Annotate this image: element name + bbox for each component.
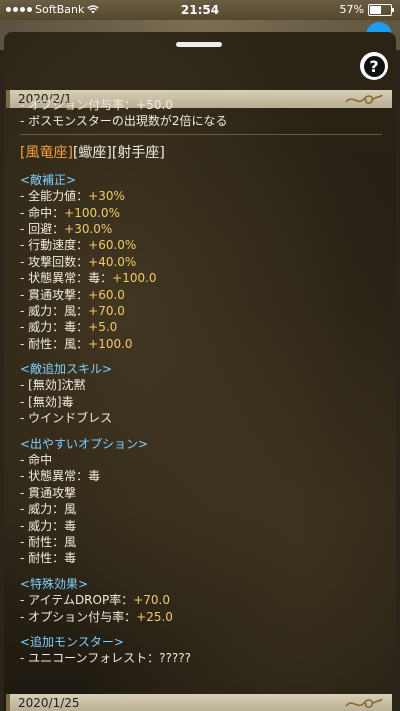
help-button[interactable]: ?	[360, 52, 388, 80]
item-label: - 貫通攻撃：	[20, 287, 89, 302]
list-item: - [無効]毒	[20, 394, 74, 409]
item-label: - 状態異常：毒：	[20, 271, 113, 286]
list-item: - 威力：風	[20, 502, 77, 517]
special-list: - アイテムDROP率：+70.0- オプション付与率：+25.0	[20, 592, 390, 625]
zodiac-line: [風竜座][蠍座][射手座]	[20, 143, 390, 163]
special-heading: <特殊効果>	[20, 576, 89, 591]
list-item: - 耐性：毒	[20, 551, 77, 566]
zodiac-others: [蠍座][射手座]	[72, 144, 165, 161]
divider	[20, 133, 382, 135]
list-item: - 命中：+100.0%	[20, 205, 390, 221]
easy-options-list: - 命中 - 状態異常：毒 - 貫通攻撃 - 威力：風 - 威力：毒 - 耐性：風 - 耐性…	[20, 452, 390, 567]
question-icon: ?	[363, 55, 385, 77]
sheet-grabber[interactable]	[176, 42, 222, 47]
item-value: +60.0	[88, 287, 125, 302]
item-value: +30.0%	[64, 221, 113, 236]
item-label: - オプション付与率：	[20, 609, 137, 624]
status-right: 57%	[339, 3, 394, 16]
item-label: - 回避：	[20, 221, 65, 236]
zodiac-current: [風竜座]	[20, 144, 73, 161]
list-item: - アイテムDROP率：+70.0	[20, 592, 390, 608]
add-monster-list: - ユニコーンフォレスト：?????	[20, 650, 390, 666]
item-value: +60.0%	[88, 238, 137, 253]
item-label: - 攻撃回数：	[20, 254, 89, 269]
enemy-skill-list: - [無効]沈黙 - [無効]毒 - ウインドブレス	[20, 377, 390, 426]
list-item: - 回避：+30.0%	[20, 221, 390, 237]
list-item: - 状態異常：毒	[20, 469, 101, 484]
list-item: - 貫通攻撃：+60.0	[20, 287, 390, 303]
item-label: - 命中：	[20, 205, 65, 220]
list-item: - [無効]沈黙	[20, 378, 86, 393]
battery-fill	[370, 5, 381, 14]
list-item: - 命中	[20, 453, 53, 468]
list-item: - 攻撃回数：+40.0%	[20, 254, 390, 270]
item-value: +70.0	[133, 593, 170, 608]
list-item: - 威力：風：+70.0	[20, 303, 390, 319]
item-value: +100.0	[112, 271, 157, 286]
list-item: - 耐性：風：+100.0	[20, 336, 390, 352]
boss-line: - ボスモンスターの出現数が2倍になる	[20, 114, 228, 129]
list-item: - 全能力値：+30%	[20, 188, 390, 204]
item-label: - 行動速度：	[20, 238, 89, 253]
item-value: +30%	[88, 189, 125, 204]
ornament-icon	[345, 698, 383, 708]
cut-line: - オプション付与率：+50.0	[20, 98, 173, 112]
battery-icon	[368, 3, 394, 16]
item-label: - 耐性：風：	[20, 336, 89, 351]
list-item: - 状態異常：毒：+100.0	[20, 270, 390, 286]
item-value: +100.0%	[64, 205, 120, 220]
date-header-bottom: 2020/1/25	[6, 694, 392, 711]
item-label: - 威力：風：	[20, 303, 89, 318]
item-label: - アイテムDROP率：	[20, 593, 134, 608]
list-item: - 威力：毒：+5.0	[20, 319, 390, 335]
item-label: - 威力：毒：	[20, 320, 89, 335]
item-value: +5.0	[88, 320, 118, 335]
enemy-skill-heading: <敵追加スキル>	[20, 362, 113, 377]
date-label: 2020/1/25	[18, 696, 80, 710]
item-value: +100.0	[88, 336, 133, 351]
item-value: +40.0%	[88, 254, 137, 269]
list-item: - オプション付与率：+25.0	[20, 609, 390, 625]
list-item: - 威力：毒	[20, 518, 77, 533]
item-value: +25.0	[136, 609, 173, 624]
status-bar: SoftBank 21:54 57%	[0, 0, 400, 20]
list-item: - 耐性：風	[20, 534, 77, 549]
easy-options-heading: <出やすいオプション>	[20, 436, 149, 451]
calendar-sheet: ? 2020/2/1 - オプション付与率：+50.0 - ボスモンスターの出現…	[4, 32, 396, 711]
add-monster-heading: <追加モンスター>	[20, 634, 124, 649]
list-item: - ユニコーンフォレスト：?????	[20, 651, 192, 666]
enemy-mod-list: - 全能力値：+30% - 命中：+100.0% - 回避：+30.0% - 行動速度…	[20, 188, 390, 352]
battery-percent: 57%	[339, 3, 364, 16]
list-item: - 貫通攻撃	[20, 485, 77, 500]
entry-content: - オプション付与率：+50.0 - ボスモンスターの出現数が2倍になる [風竜…	[20, 97, 390, 667]
enemy-mod-heading: <敵補正>	[20, 172, 77, 187]
list-item: - 行動速度：+60.0%	[20, 237, 390, 253]
item-label: - 全能力値：	[20, 189, 89, 204]
list-item: - ウインドブレス	[20, 411, 113, 426]
item-value: +70.0	[88, 303, 125, 318]
